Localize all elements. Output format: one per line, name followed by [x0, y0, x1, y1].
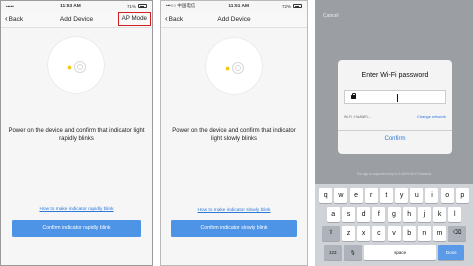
key-o[interactable]: o: [440, 188, 454, 203]
space-key[interactable]: space: [364, 245, 437, 260]
key-w[interactable]: w: [334, 188, 348, 203]
keyboard-row-2: a s d f g h j k l: [315, 207, 473, 222]
status-time: 11:51 AM: [228, 3, 250, 9]
cancel-button[interactable]: Cancel: [323, 13, 339, 19]
status-bar: •••○○ 中国电信 11:51 AM 72%: [161, 1, 307, 11]
carrier-label: •••○○ 中国电信: [166, 3, 196, 8]
phone-screen-wifi-password: Cancel Enter Wi-Fi password Wi-Fi : HUAW…: [315, 0, 473, 266]
text-cursor: [397, 94, 398, 102]
change-network-link[interactable]: Change network: [417, 114, 446, 119]
key-z[interactable]: z: [341, 226, 355, 241]
instruction-text: Power on the device and confirm that ind…: [8, 128, 145, 142]
key-j[interactable]: j: [417, 207, 431, 222]
key-c[interactable]: c: [372, 226, 386, 241]
ap-mode-button[interactable]: AP Mode: [117, 12, 151, 26]
confirm-slow-blink-button[interactable]: Confirm indicator slowly blink: [171, 220, 297, 237]
device-illustration: [48, 37, 104, 93]
battery-label: 72%: [281, 3, 291, 9]
shift-key-icon[interactable]: ⇧: [321, 226, 340, 241]
key-b[interactable]: b: [402, 226, 416, 241]
key-h[interactable]: h: [402, 207, 416, 222]
key-l[interactable]: l: [448, 207, 462, 222]
battery-label: 71%: [126, 3, 136, 9]
nav-bar: ‹ Back Add Device: [161, 11, 307, 28]
dialog-title: Enter Wi-Fi password: [361, 72, 429, 79]
key-e[interactable]: e: [349, 188, 363, 203]
confirm-button[interactable]: Confirm: [338, 136, 452, 142]
page-title: Add Device: [217, 16, 251, 23]
device-illustration: [206, 38, 262, 94]
key-v[interactable]: v: [387, 226, 401, 241]
keyboard: q w e r t y u i o p a s d f g h j k l ⇧ …: [315, 184, 473, 266]
status-bar: ••••• 11:53 AM 71%: [1, 1, 152, 11]
key-t[interactable]: t: [379, 188, 393, 203]
numbers-key[interactable]: 123: [323, 245, 342, 260]
keyboard-row-3: ⇧ z x c v b n m ⌫: [315, 226, 473, 241]
device-inner-ring: [235, 65, 241, 71]
key-x[interactable]: x: [357, 226, 371, 241]
key-g[interactable]: g: [387, 207, 401, 222]
battery-icon: [138, 4, 147, 8]
keyboard-row-4: 123 🎙 space Done: [315, 245, 473, 260]
status-time: 11:53 AM: [60, 3, 81, 9]
key-p[interactable]: p: [455, 188, 469, 203]
dialog-divider: [338, 130, 452, 131]
phone-screen-rapid-blink: ••••• 11:53 AM 71% ‹ Back Add Device AP …: [0, 0, 153, 266]
key-u[interactable]: u: [410, 188, 424, 203]
key-f[interactable]: f: [372, 207, 386, 222]
wifi-name-label: Wi-Fi : HUAWEI-...: [344, 115, 372, 119]
password-input[interactable]: [344, 90, 446, 104]
help-link-rapid-blink[interactable]: How to make indicator rapidly blink: [1, 207, 152, 212]
key-r[interactable]: r: [364, 188, 378, 203]
key-d[interactable]: d: [357, 207, 371, 222]
key-s[interactable]: s: [341, 207, 355, 222]
done-key[interactable]: Done: [438, 245, 465, 260]
phone-screen-slow-blink: •••○○ 中国电信 11:51 AM 72% ‹ Back Add Devic…: [160, 0, 308, 266]
lock-icon: [351, 92, 357, 99]
indicator-light-icon: [226, 67, 229, 70]
help-link-slow-blink[interactable]: How to make indicator slowly blink: [161, 208, 307, 213]
wifi-support-note: The app is supported only on 2.4GHz Wi-F…: [356, 172, 432, 176]
key-i[interactable]: i: [425, 188, 439, 203]
microphone-icon[interactable]: 🎙: [343, 245, 362, 260]
backspace-key-icon[interactable]: ⌫: [448, 226, 467, 241]
nav-bar: ‹ Back Add Device AP Mode: [1, 11, 152, 28]
key-q[interactable]: q: [319, 188, 333, 203]
instruction-text: Power on the device and confirm that ind…: [172, 128, 296, 142]
key-y[interactable]: y: [395, 188, 409, 203]
device-inner-ring: [77, 64, 83, 70]
key-a[interactable]: a: [326, 207, 340, 222]
key-k[interactable]: k: [433, 207, 447, 222]
battery-icon: [293, 4, 302, 8]
wifi-password-dialog: Enter Wi-Fi password Wi-Fi : HUAWEI-... …: [338, 60, 452, 154]
confirm-rapid-blink-button[interactable]: Confirm indicator rapidly blink: [12, 220, 141, 237]
key-m[interactable]: m: [433, 226, 447, 241]
key-n[interactable]: n: [417, 226, 431, 241]
indicator-light-icon: [68, 66, 71, 69]
carrier-label: •••••: [6, 3, 14, 9]
keyboard-row-1: q w e r t y u i o p: [315, 188, 473, 203]
